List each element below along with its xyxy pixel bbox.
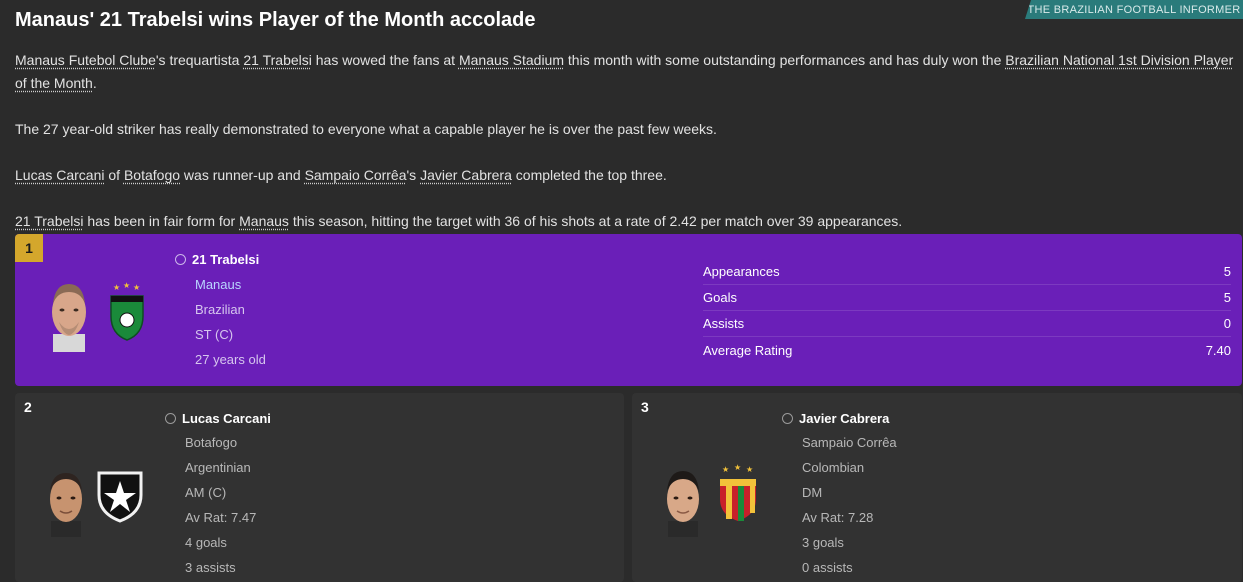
article-body: Manaus Futebol Clube's trequartista 21 T… bbox=[15, 49, 1237, 233]
runner-up-link[interactable]: Lucas Carcani bbox=[15, 167, 105, 183]
club-crest-icon[interactable]: ★ ★ ★ bbox=[107, 282, 147, 342]
text: this season, hitting the target with 36 … bbox=[288, 213, 903, 229]
club-link[interactable]: Manaus Futebol Clube bbox=[15, 52, 156, 68]
club-crest-icon[interactable]: ★ ★ ★ bbox=[716, 463, 760, 523]
stat-row: Goals 5 bbox=[703, 285, 1231, 311]
runner-club-link[interactable]: Botafogo bbox=[124, 167, 180, 183]
player-info: Botafogo Argentinian AM (C) Av Rat: 7.47… bbox=[185, 430, 256, 580]
third-club-link[interactable]: Sampaio Corrêa bbox=[305, 167, 407, 183]
rank-number: 3 bbox=[641, 399, 649, 415]
player-goals: 3 goals bbox=[802, 535, 844, 550]
text: of bbox=[104, 167, 124, 183]
player-position: ST (C) bbox=[195, 327, 234, 342]
player-age: 27 years old bbox=[195, 352, 266, 367]
stat-label: Appearances bbox=[703, 264, 780, 279]
player-name[interactable]: Lucas Carcani bbox=[165, 411, 271, 426]
svg-text:★: ★ bbox=[746, 465, 753, 474]
stat-row: Assists 0 bbox=[703, 311, 1231, 337]
player-face-icon[interactable] bbox=[43, 467, 89, 537]
player-name[interactable]: 21 Trabelsi bbox=[175, 252, 259, 267]
text: this month with some outstanding perform… bbox=[564, 52, 1006, 68]
runner-up-card: 2 Lucas Carcani Botafogo Argentinian AM … bbox=[15, 393, 624, 582]
article-paragraph: Lucas Carcani of Botafogo was runner-up … bbox=[15, 164, 1237, 187]
stat-value: 5 bbox=[1223, 264, 1231, 279]
stat-value: 5 bbox=[1223, 290, 1231, 305]
club-link[interactable]: Manaus bbox=[239, 213, 289, 229]
source-label: THE BRAZILIAN FOOTBALL INFORMER bbox=[1027, 3, 1241, 16]
player-club-link[interactable]: Sampaio Corrêa bbox=[802, 430, 897, 455]
stat-row: Appearances 5 bbox=[703, 259, 1231, 285]
third-player-link[interactable]: Javier Cabrera bbox=[420, 167, 512, 183]
player-info: Sampaio Corrêa Colombian DM Av Rat: 7.28… bbox=[802, 430, 897, 580]
stat-value: 7.40 bbox=[1205, 342, 1231, 358]
stat-row: Average Rating 7.40 bbox=[703, 337, 1231, 363]
text: has wowed the fans at bbox=[311, 52, 459, 68]
stat-label: Assists bbox=[703, 316, 745, 331]
svg-text:★: ★ bbox=[133, 283, 140, 292]
person-icon bbox=[165, 413, 176, 424]
article-headline: Manaus' 21 Trabelsi wins Player of the M… bbox=[15, 9, 536, 31]
article-paragraph: 21 Trabelsi has been in fair form for Ma… bbox=[15, 210, 1237, 233]
text: completed the top three. bbox=[511, 167, 667, 183]
player-name-label: Javier Cabrera bbox=[799, 411, 890, 426]
text: 's bbox=[406, 167, 421, 183]
source-tag: THE BRAZILIAN FOOTBALL INFORMER bbox=[1025, 0, 1243, 19]
player-assists: 3 assists bbox=[185, 560, 236, 575]
player-face-icon[interactable] bbox=[660, 467, 706, 537]
svg-text:★: ★ bbox=[113, 283, 120, 292]
player-club-link[interactable]: Botafogo bbox=[185, 430, 256, 455]
player-name-label: Lucas Carcani bbox=[182, 411, 271, 426]
person-icon bbox=[782, 413, 793, 424]
svg-text:★: ★ bbox=[123, 282, 130, 290]
stat-label: Goals bbox=[703, 290, 737, 305]
player-rating: Av Rat: 7.28 bbox=[802, 510, 874, 525]
person-icon bbox=[175, 254, 186, 265]
player-assists: 0 assists bbox=[802, 560, 853, 575]
player-nationality: Colombian bbox=[802, 460, 865, 475]
stats-table: Appearances 5 Goals 5 Assists 0 Average … bbox=[703, 259, 1231, 363]
text: 's trequartista bbox=[155, 52, 244, 68]
player-info: Manaus Brazilian ST (C) 27 years old bbox=[195, 272, 266, 372]
text: . bbox=[92, 75, 97, 91]
article-paragraph: Manaus Futebol Clube's trequartista 21 T… bbox=[15, 49, 1237, 95]
winner-panel: 1 ★ ★ ★ 21 Trabelsi Manaus Brazilian ST … bbox=[15, 234, 1242, 386]
stat-label: Average Rating bbox=[703, 342, 793, 358]
player-link[interactable]: 21 Trabelsi bbox=[243, 52, 311, 68]
player-face-icon[interactable] bbox=[45, 278, 93, 352]
svg-text:★: ★ bbox=[734, 463, 741, 472]
player-nationality: Brazilian bbox=[195, 302, 245, 317]
text: was runner-up and bbox=[180, 167, 305, 183]
player-name-label: 21 Trabelsi bbox=[192, 252, 260, 267]
player-club-link[interactable]: Manaus bbox=[195, 272, 266, 297]
stadium-link[interactable]: Manaus Stadium bbox=[459, 52, 564, 68]
player-nationality: Argentinian bbox=[185, 460, 251, 475]
rank-badge: 1 bbox=[15, 234, 43, 262]
text: has been in fair form for bbox=[83, 213, 240, 229]
player-goals: 4 goals bbox=[185, 535, 227, 550]
club-crest-icon[interactable] bbox=[95, 469, 145, 523]
player-link[interactable]: 21 Trabelsi bbox=[15, 213, 83, 229]
player-position: DM bbox=[802, 485, 823, 500]
third-place-card: 3 ★ ★ ★ Javier Cabrera Sampaio Corrêa Co… bbox=[632, 393, 1242, 582]
rank-number: 2 bbox=[24, 399, 32, 415]
stat-value: 0 bbox=[1223, 316, 1231, 331]
article-paragraph: The 27 year-old striker has really demon… bbox=[15, 121, 717, 137]
player-rating: Av Rat: 7.47 bbox=[185, 510, 257, 525]
player-name[interactable]: Javier Cabrera bbox=[782, 411, 889, 426]
svg-text:★: ★ bbox=[722, 465, 729, 474]
player-position: AM (C) bbox=[185, 485, 227, 500]
